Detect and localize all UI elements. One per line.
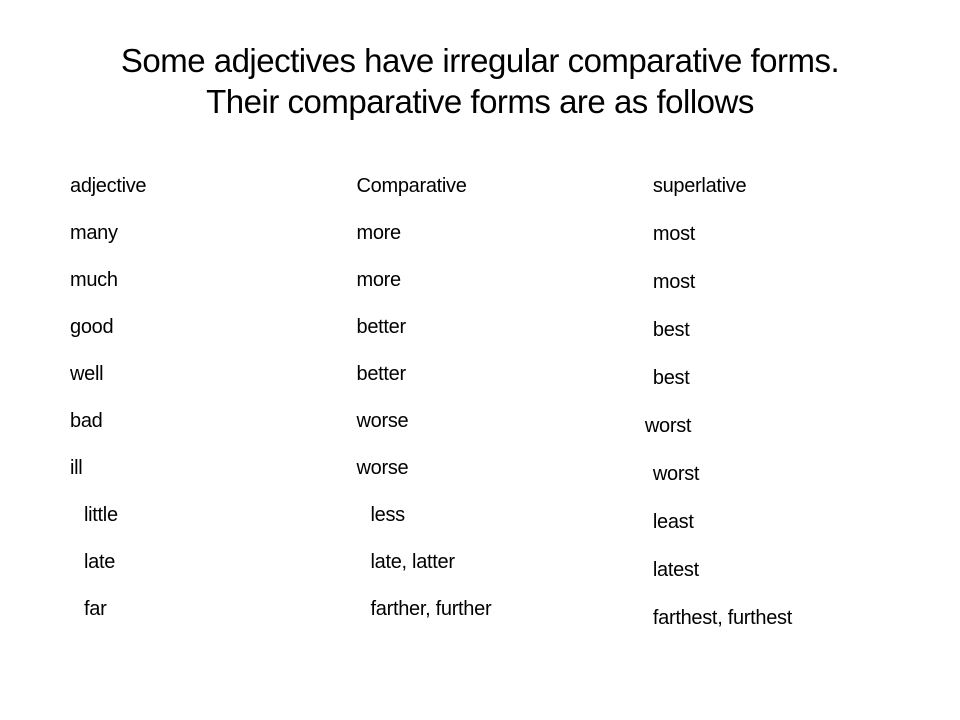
table-cell: late, latter bbox=[357, 539, 653, 586]
table-cell: most bbox=[653, 211, 890, 259]
table-cell: best bbox=[653, 355, 890, 403]
title-line-1: Some adjectives have irregular comparati… bbox=[121, 42, 839, 79]
table-cell: much bbox=[70, 257, 357, 304]
table-cell: more bbox=[357, 210, 653, 257]
table-cell: farthest, furthest bbox=[653, 595, 890, 643]
table-cell: latest bbox=[653, 547, 890, 595]
table-cell: ill bbox=[70, 445, 357, 492]
table-cell: many bbox=[70, 210, 357, 257]
table-cell: bad bbox=[70, 398, 357, 445]
table-cell: more bbox=[357, 257, 653, 304]
page-title: Some adjectives have irregular comparati… bbox=[60, 40, 900, 123]
table-cell: worst bbox=[645, 403, 890, 451]
column-superlative: superlative most most best best worst wo… bbox=[653, 163, 890, 643]
table-cell: least bbox=[653, 499, 890, 547]
table-cell: far bbox=[70, 586, 357, 633]
table-cell: little bbox=[70, 492, 357, 539]
table-cell: farther, further bbox=[357, 586, 653, 633]
header-superlative: superlative bbox=[653, 163, 890, 211]
table-cell: better bbox=[357, 351, 653, 398]
header-adjective: adjective bbox=[70, 163, 357, 210]
table-cell: best bbox=[653, 307, 890, 355]
table-cell: worse bbox=[357, 398, 653, 445]
column-comparative: Comparative more more better better wors… bbox=[357, 163, 653, 643]
table-container: adjective many much good well bad ill li… bbox=[60, 163, 900, 643]
table-cell: late bbox=[70, 539, 357, 586]
table-cell: less bbox=[357, 492, 653, 539]
table-cell: most bbox=[653, 259, 890, 307]
header-comparative: Comparative bbox=[357, 163, 653, 210]
table-cell: good bbox=[70, 304, 357, 351]
title-line-2: Their comparative forms are as follows bbox=[206, 83, 754, 120]
column-adjective: adjective many much good well bad ill li… bbox=[70, 163, 357, 643]
table-cell: well bbox=[70, 351, 357, 398]
table-cell: worse bbox=[357, 445, 653, 492]
table-cell: worst bbox=[653, 451, 890, 499]
table-cell: better bbox=[357, 304, 653, 351]
